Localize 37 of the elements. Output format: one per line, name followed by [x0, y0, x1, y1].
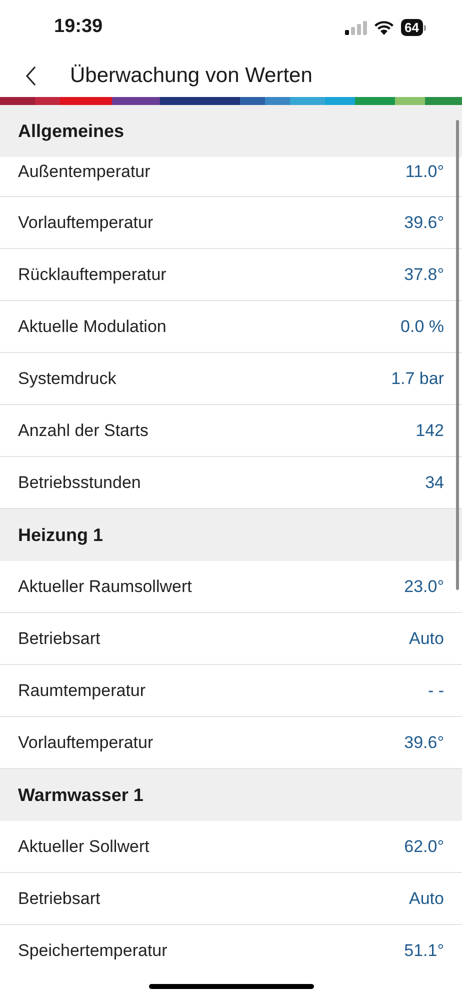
row-value: 37.8° — [404, 264, 444, 286]
battery-level: 64 — [400, 19, 423, 36]
signal-icon — [344, 20, 367, 34]
row-value: 34 — [425, 472, 444, 494]
row-value: 39.6° — [404, 732, 444, 754]
wifi-icon — [374, 20, 394, 35]
row-label: Systemdruck — [18, 368, 116, 390]
row-label: Betriebsart — [18, 628, 100, 650]
row-label: Betriebsart — [18, 888, 100, 910]
section-header: Allgemeines — [0, 105, 462, 157]
row-value: 23.0° — [404, 576, 444, 598]
row-value: 11.0° — [405, 160, 444, 183]
row-label: Außentemperatur — [18, 160, 150, 183]
row-label: Aktueller Raumsollwert — [18, 576, 192, 598]
row-value: Auto — [409, 628, 444, 650]
row-label: Betriebsstunden — [18, 472, 141, 494]
row-label: Aktueller Sollwert — [18, 836, 150, 858]
row-value: 51.1° — [404, 940, 444, 962]
row-value: 62.0° — [404, 836, 444, 858]
row-label: Speichertemperatur — [18, 940, 168, 962]
row-value: - - — [428, 680, 444, 702]
row-value: 142 — [416, 420, 444, 442]
status-time: 19:39 — [54, 15, 103, 40]
row-label: Vorlauftemperatur — [18, 732, 154, 754]
row-value: 39.6° — [404, 212, 444, 234]
section-header: Heizung 1 — [0, 509, 462, 561]
row-label: Rücklauftemperatur — [18, 264, 166, 286]
row-label: Raumtemperatur — [18, 680, 146, 702]
row-label: Vorlauftemperatur — [18, 212, 154, 234]
back-chevron-icon — [25, 66, 37, 86]
row-value: 1.7 bar — [391, 368, 444, 390]
section-header: Warmwasser 1 — [0, 769, 462, 821]
page-title: Überwachung von Werten — [70, 63, 312, 90]
row-value: 0.0 % — [400, 316, 444, 338]
row-value: Auto — [409, 888, 444, 910]
row-label: Aktuelle Modulation — [18, 316, 166, 338]
row-label: Anzahl der Starts — [18, 420, 148, 442]
